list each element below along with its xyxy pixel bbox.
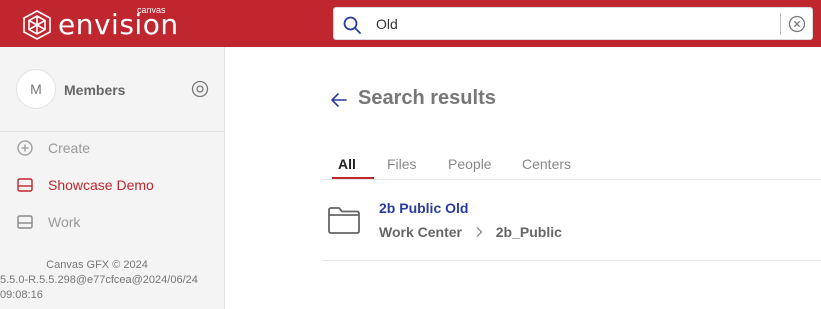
target-settings-icon[interactable]	[191, 80, 209, 98]
breadcrumb-item[interactable]: 2b_Public	[496, 224, 562, 240]
sidebar-divider	[0, 131, 224, 132]
members-label[interactable]: Members	[64, 82, 125, 98]
result-name[interactable]: 2b Public Old	[379, 200, 468, 216]
sidebar-item-label: Showcase Demo	[48, 177, 154, 193]
chevron-right-icon	[476, 227, 483, 238]
build-time-text: 09:08:16	[0, 289, 43, 301]
sidebar-item-create[interactable]: Create	[16, 138, 216, 158]
envision-logo[interactable]: envision canvas	[22, 5, 182, 41]
brand-sup: canvas	[137, 5, 166, 15]
sidebar: M Members Create Showcase Demo Work Canv…	[0, 47, 225, 309]
tab-all[interactable]: All	[338, 156, 356, 172]
sidebar-item-work[interactable]: Work	[16, 212, 216, 232]
sidebar-item-label: Work	[48, 214, 81, 230]
folder-icon	[328, 207, 360, 234]
tab-people[interactable]: People	[448, 156, 492, 172]
sidebar-item-label: Create	[48, 140, 91, 156]
clear-search-icon[interactable]	[788, 15, 806, 33]
result-tabs: All Files People Centers	[322, 154, 821, 180]
list-item[interactable]: 2b Public Old Work Center 2b_Public	[322, 195, 821, 261]
breadcrumb-item[interactable]: Work Center	[379, 224, 462, 240]
sidebar-item-showcase-demo[interactable]: Showcase Demo	[16, 175, 216, 195]
envision-logo-mark-icon	[23, 10, 51, 40]
search-icon[interactable]	[342, 15, 362, 35]
panel-icon	[17, 215, 33, 229]
tab-files[interactable]: Files	[387, 156, 417, 172]
version-footer: Canvas GFX © 2024 5.5.0-R.5.5.298@e77cfc…	[0, 258, 224, 303]
copyright-text: Canvas GFX © 2024	[46, 259, 148, 271]
version-text: 5.5.0-R.5.5.298@e77cfcea@2024/06/24	[0, 274, 198, 286]
plus-circle-icon	[17, 140, 33, 156]
active-tab-indicator	[332, 177, 374, 179]
top-header: envision canvas	[0, 0, 821, 47]
search-input[interactable]	[376, 12, 776, 36]
avatar[interactable]: M	[16, 69, 56, 109]
tab-centers[interactable]: Centers	[522, 156, 571, 172]
panel-icon	[17, 178, 33, 192]
arrow-left-icon[interactable]	[328, 89, 350, 111]
page-title: Search results	[358, 87, 496, 109]
search-divider	[780, 13, 781, 35]
breadcrumb: Work Center 2b_Public	[379, 223, 562, 240]
search-bar	[333, 7, 813, 40]
